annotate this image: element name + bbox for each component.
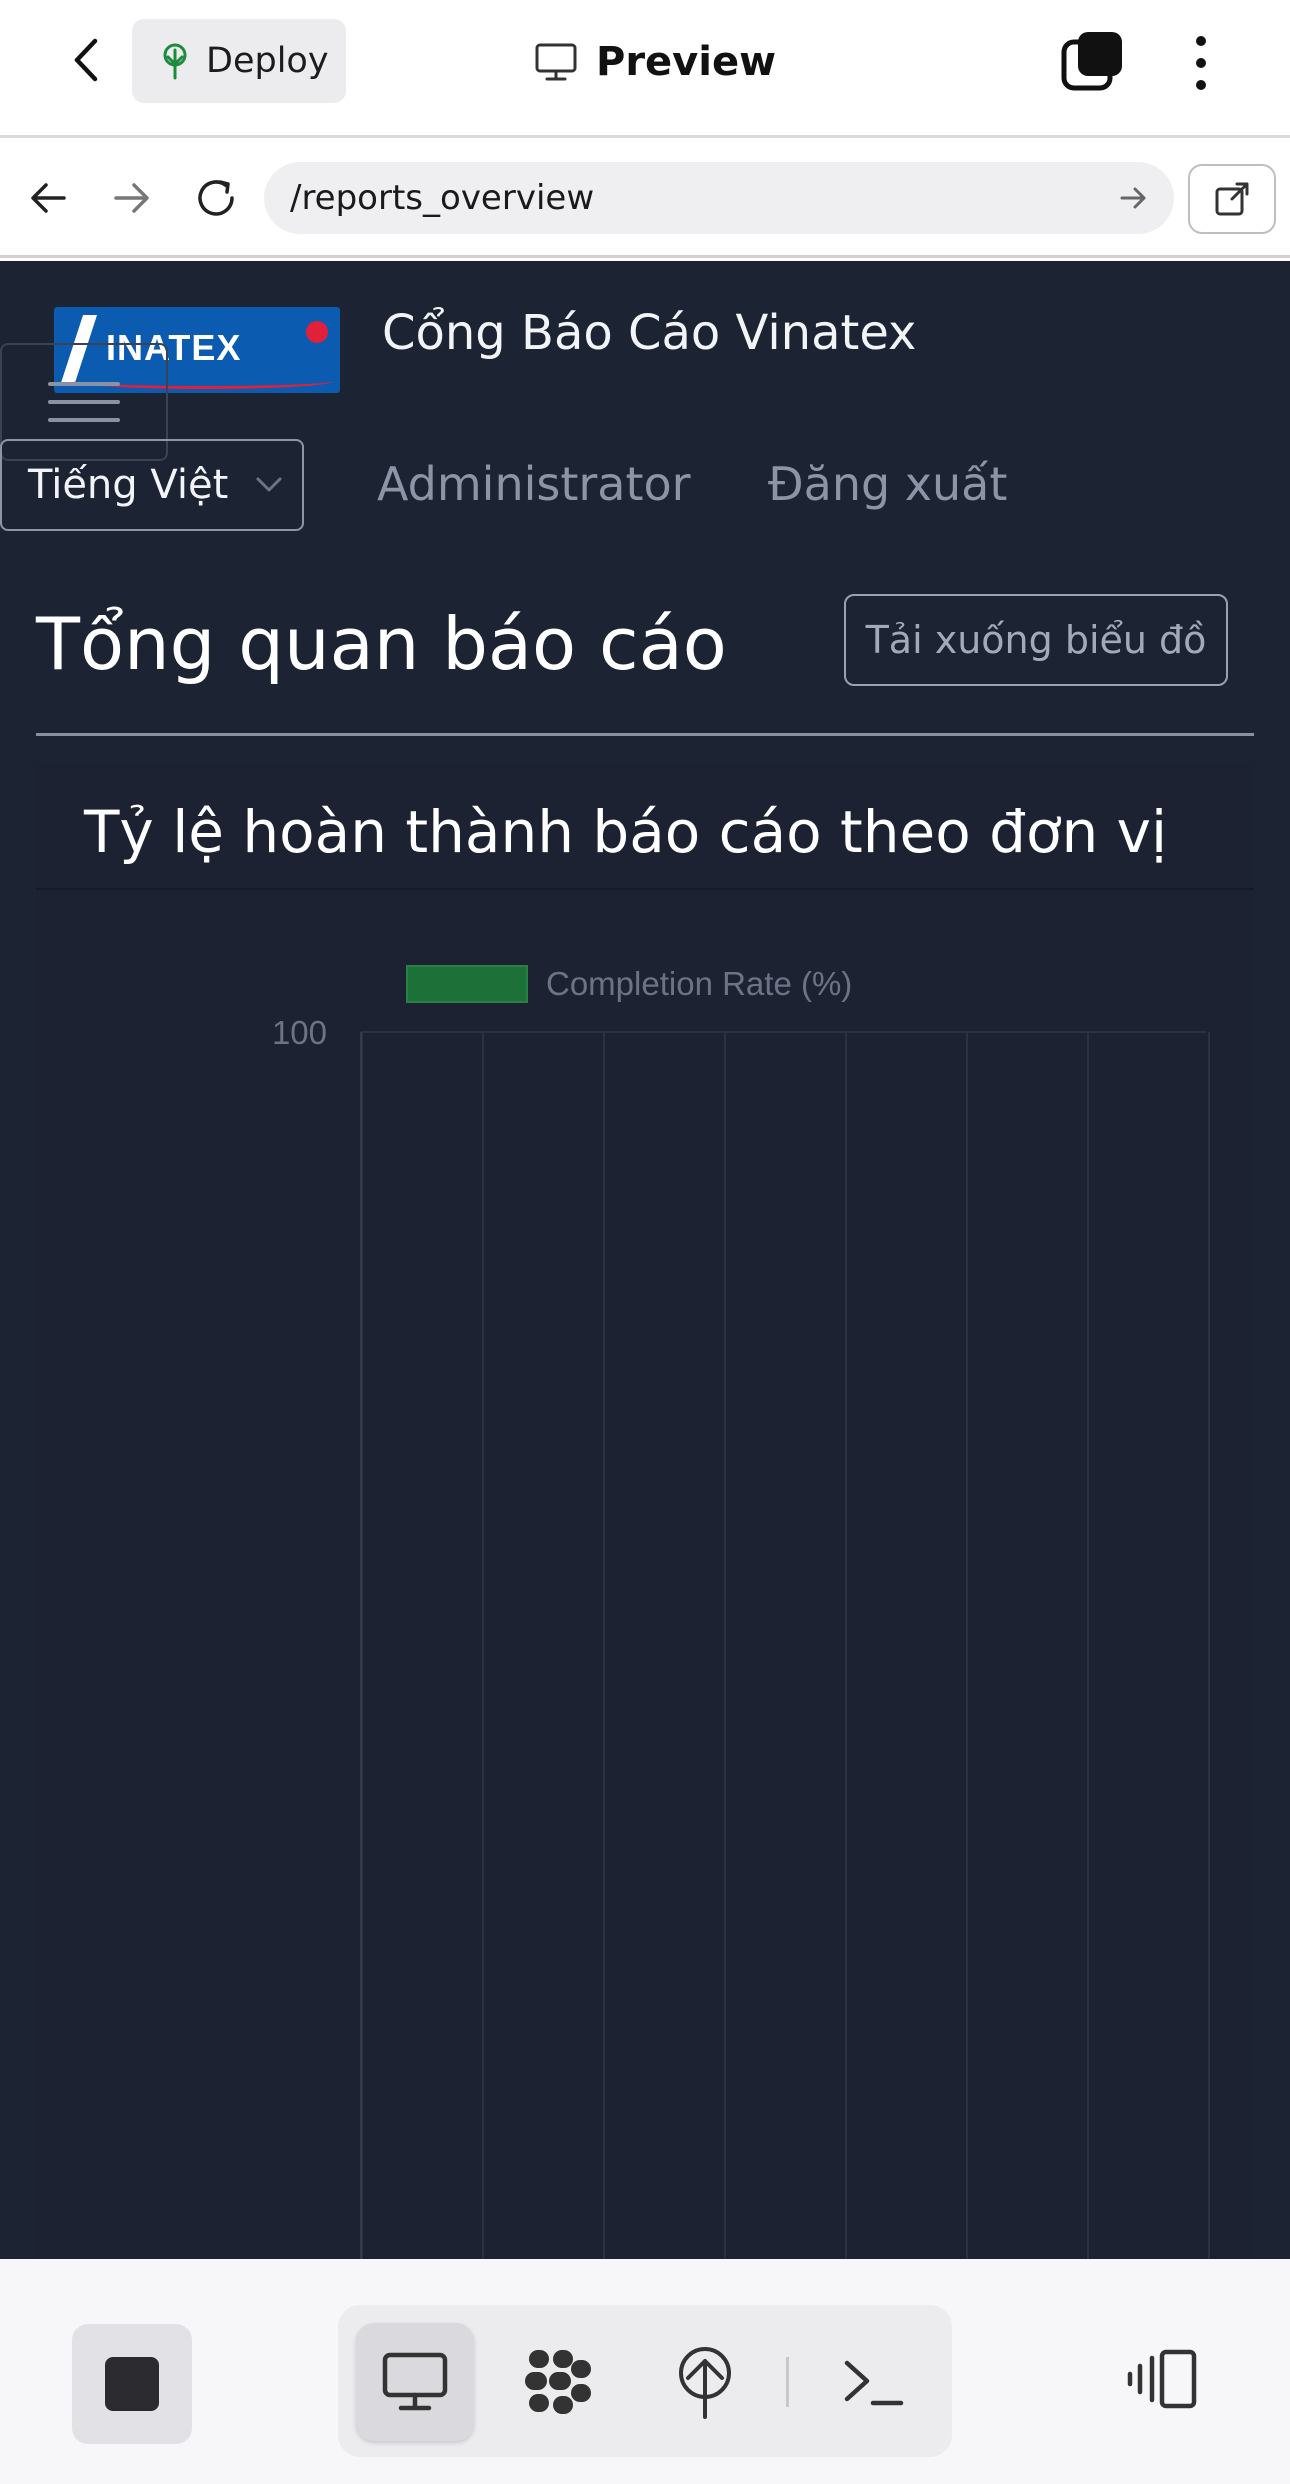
monitor-icon [535, 43, 577, 81]
mode-switcher [338, 2305, 952, 2457]
back-button[interactable] [58, 30, 114, 90]
legend-label: Completion Rate (%) [546, 965, 852, 1002]
terminal-icon [844, 2360, 904, 2406]
language-value: Tiếng Việt [28, 462, 229, 508]
nav-forward-button[interactable] [102, 168, 162, 228]
site-header: INATEX Cổng Báo Cáo Vinatex Tiếng Việt A… [0, 261, 1290, 546]
panel-toggle-button[interactable] [1114, 2329, 1210, 2429]
deploy-mode-icon [679, 2347, 731, 2419]
web-content: INATEX Cổng Báo Cáo Vinatex Tiếng Việt A… [0, 261, 1290, 2259]
tabs-button[interactable] [1058, 28, 1128, 98]
hamburger-icon [48, 382, 120, 386]
chevron-left-icon [74, 38, 98, 82]
preview-label: Preview [596, 39, 777, 85]
external-link-icon [1215, 182, 1249, 216]
divider [36, 733, 1254, 736]
stop-button[interactable] [72, 2324, 192, 2444]
chart-svg: Completion Rate (%) 100 [272, 965, 1210, 2259]
arrow-right-icon [114, 183, 149, 213]
site-title: Cổng Báo Cáo Vinatex [382, 305, 917, 361]
deploy-label: Deploy [206, 41, 329, 81]
desktop-mode-button[interactable] [356, 2323, 474, 2441]
reload-button[interactable] [186, 168, 246, 228]
browser-bar: /reports_overview [0, 138, 1290, 258]
deploy-button[interactable]: Deploy [132, 19, 346, 103]
tabs-icon [1061, 32, 1122, 91]
download-chart-button[interactable]: Tải xuống biểu đồ [844, 594, 1228, 686]
agent-mode-button[interactable] [500, 2323, 618, 2441]
app-top-bar: Deploy Preview [0, 0, 1290, 138]
open-external-button[interactable] [1188, 164, 1276, 234]
page-title: Tổng quan báo cáo [36, 602, 727, 686]
bottom-toolbar [0, 2259, 1290, 2484]
nav-back-button[interactable] [18, 168, 78, 228]
more-vertical-icon [1196, 36, 1206, 46]
card-title: Tỷ lệ hoàn thành báo cáo theo đơn vị [84, 798, 1168, 866]
completion-rate-chart: Completion Rate (%) 100 [36, 892, 1254, 2259]
language-select[interactable]: Tiếng Việt [0, 439, 304, 531]
card-header: Tỷ lệ hoàn thành báo cáo theo đơn vị [36, 764, 1254, 890]
url-text: /reports_overview [290, 178, 595, 218]
terminal-mode-button[interactable] [814, 2323, 932, 2441]
preview-title: Preview [534, 32, 776, 92]
arrow-right-small-icon[interactable] [1114, 178, 1154, 218]
arrow-left-icon [31, 183, 66, 213]
legend-swatch [406, 965, 528, 1003]
y-tick-label: 100 [272, 1014, 327, 1051]
agent-icon [525, 2350, 591, 2414]
panel-toggle-icon [1127, 2349, 1197, 2409]
chevron-down-icon [256, 477, 282, 492]
stop-icon [105, 2357, 159, 2411]
url-input[interactable]: /reports_overview [264, 162, 1174, 234]
reload-icon [198, 180, 234, 216]
completion-rate-card: Tỷ lệ hoàn thành báo cáo theo đơn vị Com… [36, 764, 1254, 2259]
nav-logout[interactable]: Đăng xuất [768, 457, 1007, 511]
nav-administrator[interactable]: Administrator [377, 457, 691, 511]
more-menu-button[interactable] [1176, 28, 1226, 98]
deploy-mode-button[interactable] [646, 2323, 764, 2441]
deploy-tree-icon [163, 43, 187, 80]
desktop-icon [382, 2352, 448, 2411]
